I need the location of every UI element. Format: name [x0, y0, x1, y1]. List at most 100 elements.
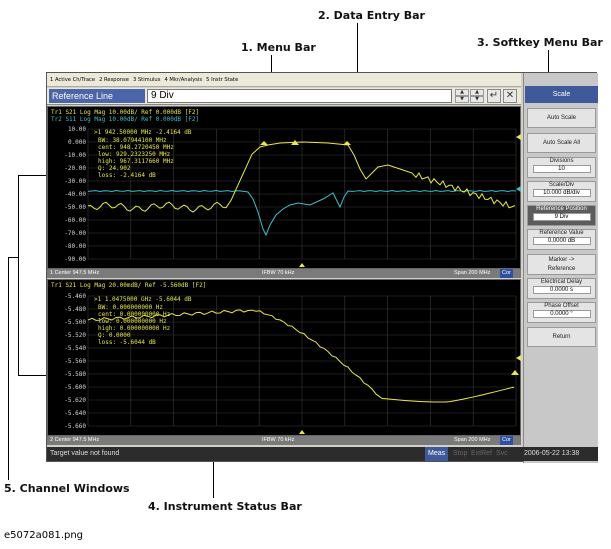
status-meas: Meas	[425, 447, 449, 461]
image-filename: e5072a081.png	[4, 530, 84, 541]
reference-position-value: 9 Div	[532, 213, 591, 221]
spin-down-button[interactable]: ▼	[455, 96, 469, 103]
stimulus-indicator-2	[299, 430, 305, 434]
ch1-center-freq: 1 Center 947.5 MHz	[50, 270, 100, 276]
scale-div-label: Scale/Div	[548, 182, 575, 188]
channel-windows-bracket-vert	[18, 175, 19, 375]
menu-bar: 1 Active Ch/Trace 2 Response 3 Stimulus …	[47, 73, 521, 87]
ch1-ifbw: IFBW 70 kHz	[262, 270, 295, 276]
electrical-delay-value: 0.0000 s	[532, 286, 591, 294]
marker-stat-line: loss: -2.4164 dB	[98, 172, 156, 179]
y-tick-label: 0.000	[68, 139, 86, 146]
phase-offset-button[interactable]: Phase Offset 0.0000 °	[527, 302, 596, 323]
menu-item-stimulus[interactable]: 3 Stimulus	[133, 77, 161, 83]
y-tick-label: -50.00	[64, 204, 86, 211]
channel-window-2[interactable]: -5.460 -5.480 -5.500 -5.520 -5.540 -5.560 -5.5…	[47, 279, 521, 436]
channel-2-y-labels: -5.460 -5.480 -5.500 -5.520 -5.540 -5.560 -5.5…	[64, 293, 86, 430]
spin-down-fine-button[interactable]: ▼	[470, 96, 484, 103]
status-extref: ExtRef	[471, 450, 493, 457]
status-svc: Svc	[496, 450, 508, 457]
softkey-menu-bar: Scale Auto Scale Auto Scale All Division…	[523, 73, 598, 463]
status-message: Target value not found	[50, 450, 120, 457]
y-tick-label: -20.00	[64, 165, 86, 172]
y-tick-label: -5.620	[64, 397, 86, 404]
marker-stat-line: loss: -5.6044 dB	[98, 339, 156, 346]
y-tick-label: -70.00	[64, 230, 86, 237]
reference-position-button[interactable]: Reference Position 9 Div	[527, 205, 596, 226]
y-tick-label: -5.480	[64, 306, 86, 313]
electrical-delay-button[interactable]: Electrical Delay 0.0000 s	[527, 278, 596, 299]
marker-reference-line1: Marker ->	[548, 257, 575, 263]
softkey-menu-bar-callout: 3. Softkey Menu Bar	[477, 36, 603, 49]
ch1-cor-badge: Cor	[500, 269, 513, 278]
marker-stat-line: high: 967.3117660 MHz	[98, 158, 174, 165]
marker-stat-line: cent: 948.2720450 MHz	[98, 144, 174, 151]
electrical-delay-label: Electrical Delay	[540, 279, 583, 285]
divisions-label: Divisions	[549, 158, 574, 164]
return-button[interactable]: Return	[527, 327, 596, 347]
y-tick-label: 10.00	[68, 126, 86, 133]
menu-bar-callout: 1. Menu Bar	[241, 41, 316, 54]
channel-windows-bracket	[8, 257, 9, 480]
scale-div-button[interactable]: Scale/Div 10.000 dB/div	[527, 181, 596, 202]
entry-label: Reference Line Position	[49, 89, 145, 115]
cancel-icon[interactable]: ✕	[503, 89, 517, 103]
y-tick-label: -5.460	[64, 293, 86, 300]
softkey-title: Scale	[525, 86, 598, 103]
y-tick-label: -5.520	[64, 332, 86, 339]
marker-stat-line: Q: 24.902	[98, 165, 131, 172]
spin-up-fine-button[interactable]: ▲	[470, 89, 484, 96]
marker-stat-line: BW: 0.000000000 Hz	[98, 304, 163, 311]
ref-arrow-ch2	[516, 355, 521, 361]
y-tick-label: -90.00	[64, 256, 86, 263]
ref-arrow-s21-1	[516, 134, 521, 140]
marker-reference-button[interactable]: Marker -> Reference	[527, 254, 596, 275]
divisions-button[interactable]: Divisions 10	[527, 157, 596, 178]
trace-1-header[interactable]: Tr1 S21 Log Mag 10.00dB/ Ref 0.000dB [F2…	[51, 109, 199, 116]
y-tick-label: -5.660	[64, 423, 86, 430]
phase-offset-label: Phase Offset	[544, 303, 579, 309]
y-tick-label: -5.560	[64, 358, 86, 365]
reference-value-value: 0.0000 dB	[532, 237, 591, 245]
y-tick-label: -40.00	[64, 191, 86, 198]
ch2-trace-1-header[interactable]: Tr1 S21 Log Mag 20.00mdB/ Ref -5.560dB […	[51, 282, 206, 289]
menu-item-instr-state[interactable]: 5 Instr State	[206, 77, 238, 83]
channel-2-plot: -5.460 -5.480 -5.500 -5.520 -5.540 -5.560 -5.5…	[51, 282, 521, 434]
channel-window-1[interactable]: 10.00 0.000 -10.00 -20.00 -30.00 -40.00 -50.00…	[47, 106, 521, 269]
stimulus-indicator-1	[299, 263, 305, 267]
reference-value-button[interactable]: Reference Value 0.0000 dB	[527, 229, 596, 250]
menu-item-active-ch-trace[interactable]: 1 Active Ch/Trace	[50, 77, 95, 83]
marker-stat-line: high: 0.000000000 Hz	[98, 325, 171, 332]
y-tick-label: -10.00	[64, 152, 86, 159]
y-tick-label: -5.600	[64, 384, 86, 391]
enter-icon[interactable]: ↵	[487, 89, 501, 103]
auto-scale-all-button[interactable]: Auto Scale All	[527, 133, 596, 153]
scale-div-value: 10.000 dB/div	[532, 189, 591, 197]
entry-value-field[interactable]: 9 Div	[147, 89, 452, 103]
reference-value-label: Reference Value	[539, 230, 584, 236]
auto-scale-button[interactable]: Auto Scale	[527, 108, 596, 128]
reference-position-label: Reference Position	[536, 206, 587, 212]
divisions-value: 10	[532, 165, 591, 173]
marker-readout-1: >1 942.50000 MHz -2.4164 dB	[94, 129, 192, 136]
channel-windows-callout: 5. Channel Windows	[4, 482, 130, 495]
data-entry-bar: Reference Line Position 9 Div ▲ ▼ ▲ ▼ ↵ …	[47, 88, 521, 115]
ref-arrow-s11-1	[516, 186, 521, 192]
menu-item-mkr-analysis[interactable]: 4 Mkr/Analysis	[164, 77, 202, 83]
trace-2-header[interactable]: Tr2 S11 Log Mag 10.00dB/ Ref 0.000dB [F2…	[51, 116, 199, 123]
ch2-ifbw: IFBW 70 kHz	[262, 437, 295, 443]
y-tick-label: -5.540	[64, 345, 86, 352]
menu-item-response[interactable]: 2 Response	[99, 77, 129, 83]
channel-1-y-labels: 10.00 0.000 -10.00 -20.00 -30.00 -40.00 -50.00…	[64, 126, 86, 263]
instrument-status-bar-callout: 4. Instrument Status Bar	[148, 500, 302, 513]
channel-2-stats: BW: 0.000000000 Hzcent: 0.000000000 Hzlo…	[98, 304, 171, 346]
channel-windows-bracket-top	[18, 175, 46, 176]
marker-2-indicator	[511, 370, 519, 375]
marker-low-indicator	[260, 141, 268, 145]
analyzer-screen: 1 Active Ch/Trace 2 Response 3 Stimulus …	[46, 72, 598, 463]
spin-up-button[interactable]: ▲	[455, 89, 469, 96]
status-stop: Stop	[453, 450, 468, 457]
channel-1-footer: 1 Center 947.5 MHz IFBW 70 kHz Span 200 …	[47, 269, 521, 278]
channel-windows-bracket-bottom	[18, 375, 46, 376]
ch1-span: Span 200 MHz	[454, 270, 491, 276]
